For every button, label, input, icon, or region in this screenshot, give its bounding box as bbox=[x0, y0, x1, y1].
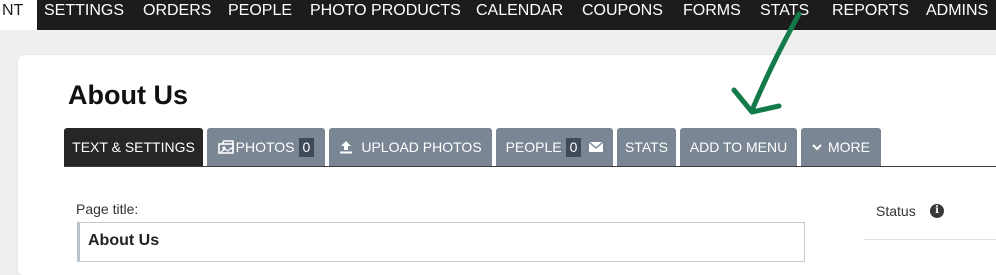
page-title-input[interactable]: About Us bbox=[77, 222, 805, 262]
tab-text-settings-label: TEXT & SETTINGS bbox=[72, 139, 195, 155]
page-title-field-label: Page title: bbox=[76, 201, 139, 217]
page-title: About Us bbox=[68, 80, 188, 110]
nav-item-forms[interactable]: FORMS bbox=[683, 0, 741, 30]
top-nav: NT SETTINGS ORDERS PEOPLE PHOTO PRODUCTS… bbox=[0, 0, 996, 30]
nav-item-stats[interactable]: STATS bbox=[760, 0, 809, 30]
tab-more[interactable]: MORE bbox=[801, 128, 881, 166]
photos-icon bbox=[217, 140, 236, 154]
tab-text-settings[interactable]: TEXT & SETTINGS bbox=[64, 128, 203, 166]
tab-stats[interactable]: STATS bbox=[617, 128, 676, 166]
nav-item-orders[interactable]: ORDERS bbox=[143, 0, 211, 30]
tab-add-to-menu[interactable]: ADD TO MENU bbox=[680, 128, 797, 166]
tab-people[interactable]: PEOPLE 0 bbox=[496, 128, 613, 166]
people-count-badge: 0 bbox=[565, 137, 582, 157]
status-label: Status bbox=[876, 203, 916, 219]
tab-photos-label: PHOTOS bbox=[235, 139, 295, 155]
chevron-down-icon bbox=[812, 143, 822, 151]
tab-stats-label: STATS bbox=[624, 139, 669, 155]
tab-divider bbox=[64, 166, 996, 167]
status-divider bbox=[864, 239, 996, 240]
tab-add-to-menu-label: ADD TO MENU bbox=[689, 139, 788, 155]
nav-item-settings[interactable]: SETTINGS bbox=[44, 0, 124, 30]
tab-people-label: PEOPLE bbox=[505, 139, 562, 155]
page-title-input-value: About Us bbox=[88, 232, 160, 249]
nav-item-admins[interactable]: ADMINS bbox=[926, 0, 988, 30]
tab-photos[interactable]: PHOTOS 0 bbox=[207, 128, 325, 166]
nav-item-coupons[interactable]: COUPONS bbox=[582, 0, 663, 30]
tab-upload-photos[interactable]: UPLOAD PHOTOS bbox=[329, 128, 492, 166]
nav-item-people[interactable]: PEOPLE bbox=[228, 0, 292, 30]
photos-count-badge: 0 bbox=[298, 137, 315, 157]
nav-item-reports[interactable]: REPORTS bbox=[832, 0, 909, 30]
info-icon[interactable]: i bbox=[930, 204, 944, 218]
tab-more-label: MORE bbox=[828, 139, 870, 155]
nav-item-photo-products[interactable]: PHOTO PRODUCTS bbox=[310, 0, 461, 30]
envelope-icon[interactable] bbox=[589, 142, 604, 152]
tab-upload-photos-label: UPLOAD PHOTOS bbox=[361, 139, 482, 155]
upload-icon bbox=[339, 140, 353, 154]
nav-item-calendar[interactable]: CALENDAR bbox=[476, 0, 563, 30]
nav-item-current[interactable]: NT bbox=[0, 0, 38, 30]
